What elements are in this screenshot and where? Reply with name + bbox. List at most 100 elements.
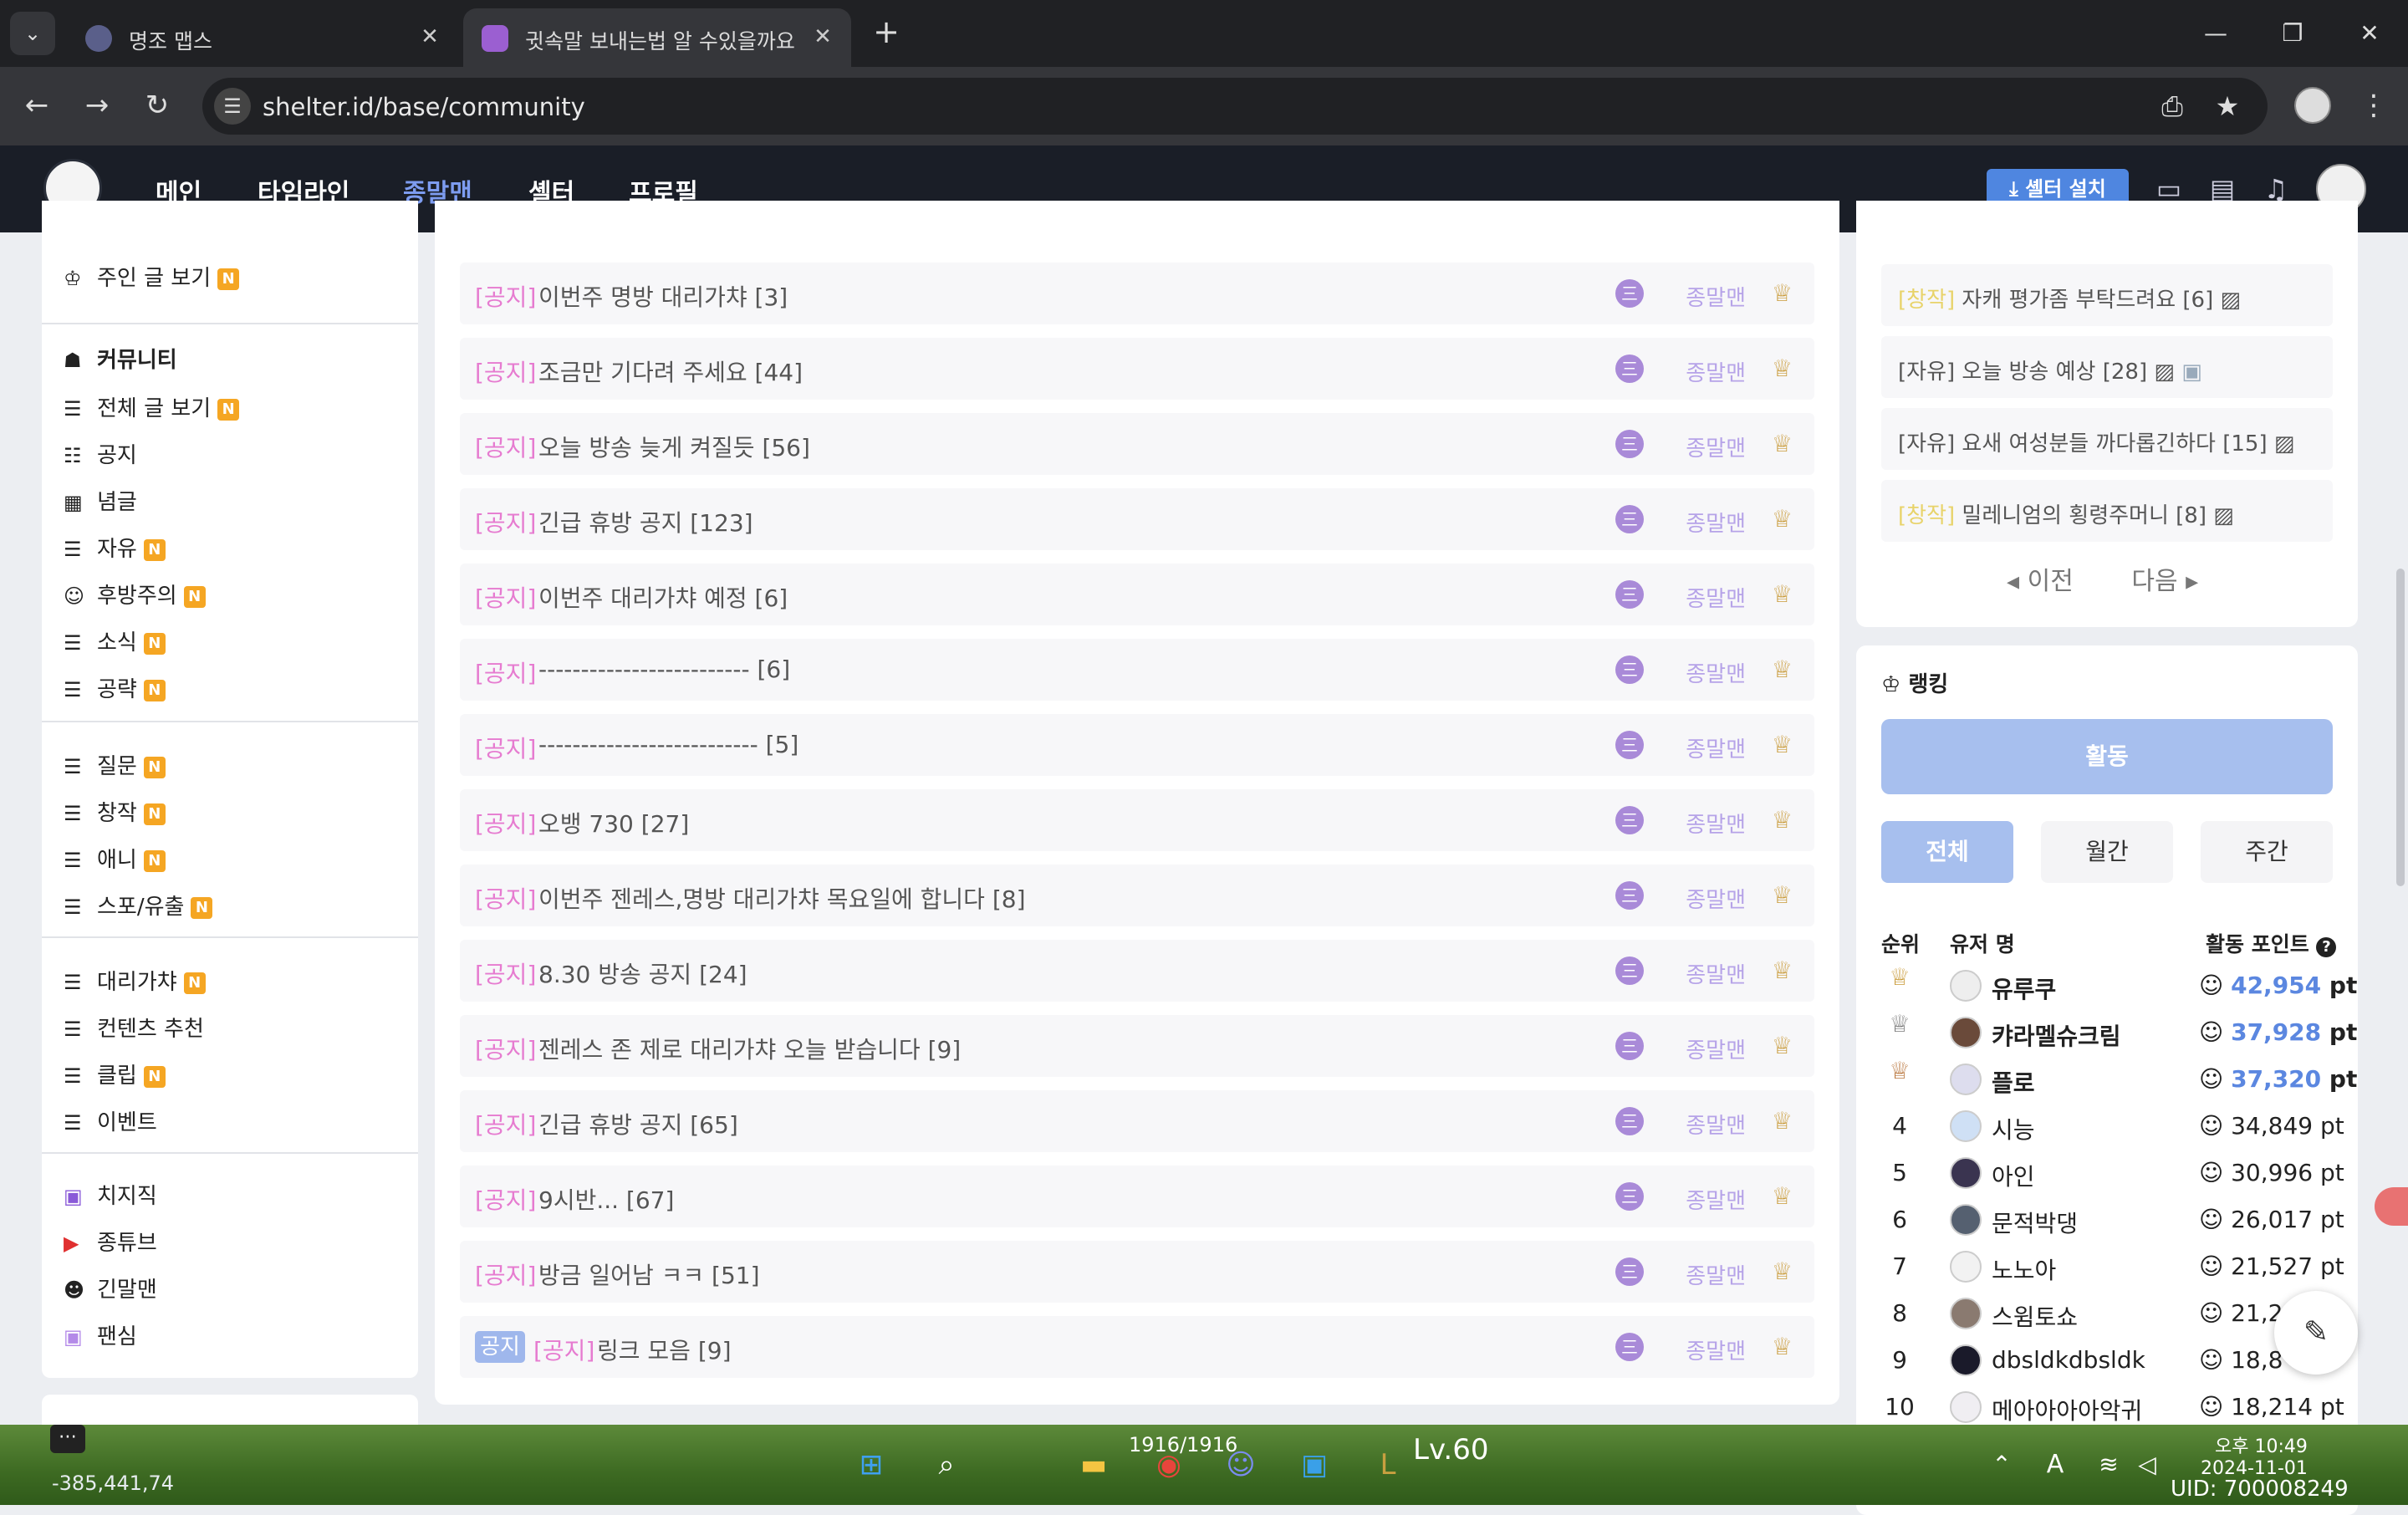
next-button[interactable]: 다음 xyxy=(2131,567,2177,596)
window-close-icon[interactable]: ✕ xyxy=(2344,13,2395,54)
rank-row[interactable]: 7 노노아 ☺ 21,527 pt xyxy=(1856,1244,2358,1291)
post-row[interactable]: 공지 [공지] 링크 모음 [9] 三 종말맨 ♕ xyxy=(460,1316,1814,1378)
rank-row[interactable]: 5 아인 ☺ 30,996 pt xyxy=(1856,1150,2358,1197)
rank-row[interactable]: 6 문적박댕 ☺ 26,017 pt xyxy=(1856,1197,2358,1244)
post-title[interactable]: 긴급 휴방 공지 [65] xyxy=(538,1107,738,1140)
sidebar-item-notice[interactable]: ☷ 공지 xyxy=(64,438,137,469)
post-row[interactable]: [공지] 9시반... [67] 三 종말맨 ♕ xyxy=(460,1166,1814,1227)
sidebar-item-anime[interactable]: ☰ 애니 N xyxy=(64,843,166,874)
post-title[interactable]: 오늘 방송 늦게 켜질듯 [56] xyxy=(538,430,810,463)
sidebar-item-owner-posts[interactable]: ♔ 주인 글 보기 N xyxy=(64,261,240,292)
sidebar-item-event[interactable]: ☰ 이벤트 xyxy=(64,1105,157,1136)
post-title[interactable]: 방금 일어남 ㅋㅋ [51] xyxy=(538,1257,760,1291)
browser-tab-2[interactable]: 귓속말 보내는법 알 수있을까요 ✕ xyxy=(463,8,851,67)
post-author[interactable]: 종말맨 xyxy=(1686,431,1746,462)
post-author[interactable]: 종말맨 xyxy=(1686,1259,1746,1290)
browser-menu-icon[interactable]: ⋮ xyxy=(2360,85,2388,125)
sidebar-item-creation[interactable]: ☰ 창작 N xyxy=(64,796,166,827)
post-row[interactable]: [공지] 방금 일어남 ㅋㅋ [51] 三 종말맨 ♕ xyxy=(460,1241,1814,1303)
app-icon[interactable]: ▣ xyxy=(1291,1441,1338,1488)
rank-user[interactable]: 아인 xyxy=(1992,1159,2035,1192)
post-author[interactable]: 종말맨 xyxy=(1686,958,1746,989)
post-author[interactable]: 종말맨 xyxy=(1686,1334,1746,1365)
rank-row[interactable]: 4 시능 ☺ 34,849 pt xyxy=(1856,1104,2358,1150)
next-chevron-icon[interactable]: ▸ xyxy=(2186,567,2198,596)
clock[interactable]: 오후 10:49 2024-11-01 xyxy=(2201,1436,2308,1480)
sidebar-item-guide[interactable]: ☰ 공략 N xyxy=(64,672,166,703)
tab-close-icon[interactable]: ✕ xyxy=(808,22,838,52)
minimize-icon[interactable]: — xyxy=(2191,13,2241,54)
search-icon[interactable]: ⌕ xyxy=(923,1441,970,1488)
file-explorer-icon[interactable]: ▬ xyxy=(1070,1441,1117,1488)
rank-user[interactable]: 플로 xyxy=(1992,1065,2035,1099)
prev-chevron-icon[interactable]: ◂ xyxy=(2007,567,2019,596)
popular-item[interactable]: [자유] 요새 여성분들 까다롭긴하다 [15] ▨ xyxy=(1881,408,2333,470)
sidebar-item-clip[interactable]: ☰ 클립 N xyxy=(64,1058,166,1089)
rank-row[interactable]: ♕ 유루쿠 ☺ 42,954 pt xyxy=(1856,963,2358,1010)
post-author[interactable]: 종말맨 xyxy=(1686,507,1746,538)
back-icon[interactable]: ← xyxy=(17,85,57,125)
restore-icon[interactable]: ❐ xyxy=(2268,13,2318,54)
rank-user[interactable]: 메아아아아악귀 xyxy=(1992,1393,2142,1426)
sidebar-item-long[interactable]: ☻ 긴말맨 xyxy=(64,1273,157,1303)
popular-title[interactable]: 밀레니엄의 횡령주머니 [8] xyxy=(1962,503,2206,528)
post-author[interactable]: 종말맨 xyxy=(1686,883,1746,914)
post-author[interactable]: 종말맨 xyxy=(1686,808,1746,839)
post-title[interactable]: 8.30 방송 공지 [24] xyxy=(538,956,747,990)
sidebar-item-free[interactable]: ☰ 자유 N xyxy=(64,532,166,563)
popular-item[interactable]: [창작] 밀레니엄의 횡령주머니 [8] ▨ xyxy=(1881,480,2333,542)
popular-item[interactable]: [자유] 오늘 방송 예상 [28] ▨ ▣ xyxy=(1881,336,2333,398)
rank-user[interactable]: 유루쿠 xyxy=(1992,972,2056,1005)
post-row[interactable]: [공지] 8.30 방송 공지 [24] 三 종말맨 ♕ xyxy=(460,940,1814,1002)
post-title[interactable]: 이번주 명방 대리가챠 [3] xyxy=(538,279,788,313)
sidebar-item-fan[interactable]: ▣ 팬심 xyxy=(64,1319,137,1350)
period-monthly[interactable]: 월간 xyxy=(2041,821,2173,883)
post-title[interactable]: -------------------------- [5] xyxy=(538,731,798,758)
popular-title[interactable]: 요새 여성분들 까다롭긴하다 [15] xyxy=(1962,431,2267,457)
volume-icon[interactable]: ◁ xyxy=(2124,1441,2171,1488)
sidebar-item-best[interactable]: ▦ 념글 xyxy=(64,485,137,516)
sidebar-item-nsfw[interactable]: ☺ 후방주의 N xyxy=(64,579,206,610)
post-row[interactable]: [공지] 젠레스 존 제로 대리가챠 오늘 받습니다 [9] 三 종말맨 ♕ xyxy=(460,1015,1814,1077)
prev-button[interactable]: 이전 xyxy=(2028,567,2074,596)
post-author[interactable]: 종말맨 xyxy=(1686,657,1746,688)
bookmark-star-icon[interactable]: ★ xyxy=(2211,89,2244,123)
start-icon[interactable]: ⊞ xyxy=(848,1441,895,1488)
period-all[interactable]: 전체 xyxy=(1881,821,2013,883)
sidebar-item-recommend[interactable]: ☰ 컨텐츠 추천 xyxy=(64,1012,204,1043)
post-title[interactable]: 9시반... [67] xyxy=(538,1182,674,1216)
post-row[interactable]: [공지] 이번주 명방 대리가챠 [3] 三 종말맨 ♕ xyxy=(460,263,1814,324)
forward-icon[interactable]: → xyxy=(77,85,117,125)
popular-title[interactable]: 자캐 평가좀 부탁드려요 [6] xyxy=(1962,288,2213,313)
post-title[interactable]: ------------------------- [6] xyxy=(538,655,790,683)
address-bar[interactable]: ☰ shelter.id/base/community ⎙ ★ xyxy=(202,78,2268,135)
discord-icon[interactable]: ☺ xyxy=(1217,1441,1264,1488)
rank-user[interactable]: 스윔토쇼 xyxy=(1992,1299,2078,1333)
period-weekly[interactable]: 주간 xyxy=(2201,821,2333,883)
site-info-icon[interactable]: ☰ xyxy=(214,88,251,125)
activity-button[interactable]: 활동 xyxy=(1881,719,2333,794)
post-title[interactable]: 이번주 젠레스,명방 대리가챠 목요일에 합니다 [8] xyxy=(538,881,1026,915)
post-author[interactable]: 종말맨 xyxy=(1686,281,1746,312)
sidebar-item-question[interactable]: ☰ 질문 N xyxy=(64,749,166,780)
post-title[interactable]: 오뱅 730 [27] xyxy=(538,806,689,839)
post-title[interactable]: 이번주 대리가챠 예정 [6] xyxy=(538,580,788,614)
post-author[interactable]: 종말맨 xyxy=(1686,356,1746,387)
post-author[interactable]: 종말맨 xyxy=(1686,1184,1746,1215)
post-author[interactable]: 종말맨 xyxy=(1686,1109,1746,1140)
sidebar-item-chzzk[interactable]: ▣ 치지직 xyxy=(64,1179,157,1210)
post-author[interactable]: 종말맨 xyxy=(1686,582,1746,613)
post-title[interactable]: 긴급 휴방 공지 [123] xyxy=(538,505,753,538)
league-icon[interactable]: L xyxy=(1365,1441,1411,1488)
post-row[interactable]: [공지] 긴급 휴방 공지 [65] 三 종말맨 ♕ xyxy=(460,1090,1814,1152)
rank-user[interactable]: 시능 xyxy=(1992,1112,2035,1145)
chat-float-button[interactable]: ✎ xyxy=(2274,1291,2358,1375)
side-tab-handle[interactable] xyxy=(2375,1187,2408,1226)
popular-title[interactable]: 오늘 방송 예상 [28] xyxy=(1962,360,2147,385)
rank-row[interactable]: ♕ 플로 ☺ 37,320 pt xyxy=(1856,1057,2358,1104)
post-title[interactable]: 링크 모음 [9] xyxy=(597,1333,732,1366)
post-row[interactable]: [공지] ------------------------- [6] 三 종말맨 ♕ xyxy=(460,639,1814,701)
post-row[interactable]: [공지] 오뱅 730 [27] 三 종말맨 ♕ xyxy=(460,789,1814,851)
post-title[interactable]: 젠레스 존 제로 대리가챠 오늘 받습니다 [9] xyxy=(538,1032,961,1065)
page-scrollbar[interactable] xyxy=(2396,569,2405,886)
